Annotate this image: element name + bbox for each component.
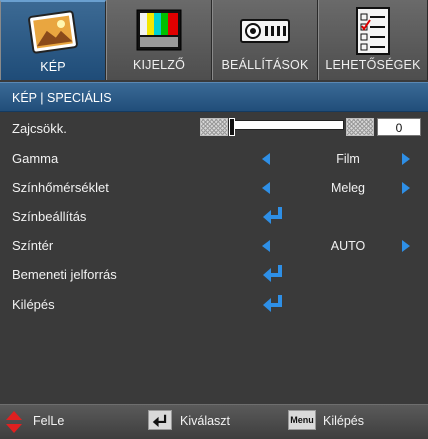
tab-beallitasok[interactable]: BEÁLLÍTÁSOK [212, 0, 318, 80]
menu-label: Színtér [12, 238, 54, 253]
menu-label: Zajcsökk. [12, 121, 67, 136]
menu-row-noise-reduction[interactable]: Zajcsökk. 0 [0, 114, 428, 142]
menu-key-icon: Menu [288, 410, 316, 430]
footer-help-bar: FelLe Kiválaszt Menu Kilépés [0, 404, 428, 439]
right-arrow-icon[interactable] [402, 153, 410, 165]
color-bars-icon [136, 9, 182, 51]
footer-select-label: Kiválaszt [180, 414, 231, 428]
projector-icon [240, 19, 290, 43]
footer-exit-label: Kilépés [323, 414, 364, 428]
enter-icon[interactable] [262, 206, 284, 224]
menu-value: AUTO [330, 239, 366, 253]
slider-track[interactable] [228, 118, 344, 136]
enter-key-icon [148, 410, 172, 430]
menu-value: Meleg [330, 181, 366, 195]
menu-row-color-space[interactable]: Színtér AUTO [0, 231, 428, 259]
menu-row-exit[interactable]: Kilépés [0, 290, 428, 318]
tab-label: KÉP [40, 60, 66, 74]
menu-value: Film [336, 152, 360, 166]
left-arrow-icon[interactable] [262, 240, 270, 252]
menu-label: Bemeneti jelforrás [12, 267, 117, 282]
tab-kijelzo[interactable]: KIJELZŐ [106, 0, 212, 80]
menu-label: Kilépés [12, 297, 55, 312]
left-arrow-icon[interactable] [262, 182, 270, 194]
slider-value: 0 [377, 118, 421, 136]
up-down-arrows-icon [6, 411, 22, 433]
tab-kep[interactable]: KÉP [0, 0, 106, 80]
tab-label: KIJELZŐ [132, 58, 186, 72]
checklist-icon [356, 7, 390, 55]
slider-thumb[interactable] [229, 118, 235, 136]
enter-icon[interactable] [262, 264, 284, 282]
menu-label: Színhőmérséklet [12, 180, 109, 195]
right-arrow-icon[interactable] [402, 240, 410, 252]
menu-row-color-settings[interactable]: Színbeállítás [0, 202, 428, 230]
breadcrumb-text: KÉP | SPECIÁLIS [12, 91, 112, 105]
right-arrow-icon[interactable] [402, 182, 410, 194]
enter-icon[interactable] [262, 294, 284, 312]
left-arrow-icon[interactable] [262, 153, 270, 165]
menu-label: Színbeállítás [12, 209, 87, 224]
menu-row-gamma[interactable]: Gamma Film [0, 144, 428, 172]
slider-max-icon [346, 118, 374, 136]
tab-label: BEÁLLÍTÁSOK [221, 58, 309, 72]
picture-icon [28, 10, 78, 54]
menu-row-color-temperature[interactable]: Színhőmérséklet Meleg [0, 173, 428, 201]
enter-icon [152, 414, 167, 427]
tab-lehetosegek[interactable]: LEHETŐSÉGEK [318, 0, 428, 80]
menu-row-input-source[interactable]: Bemeneti jelforrás [0, 260, 428, 288]
tab-label: LEHETŐSÉGEK [325, 58, 421, 72]
slider-min-icon [200, 118, 228, 136]
top-tab-bar: KÉP KIJELZŐ BEÁLLÍTÁSOK LEHETŐSÉGEK [0, 0, 428, 82]
menu-label: Gamma [12, 151, 59, 166]
footer-updown-label: FelLe [33, 414, 65, 428]
breadcrumb: KÉP | SPECIÁLIS [0, 82, 428, 112]
